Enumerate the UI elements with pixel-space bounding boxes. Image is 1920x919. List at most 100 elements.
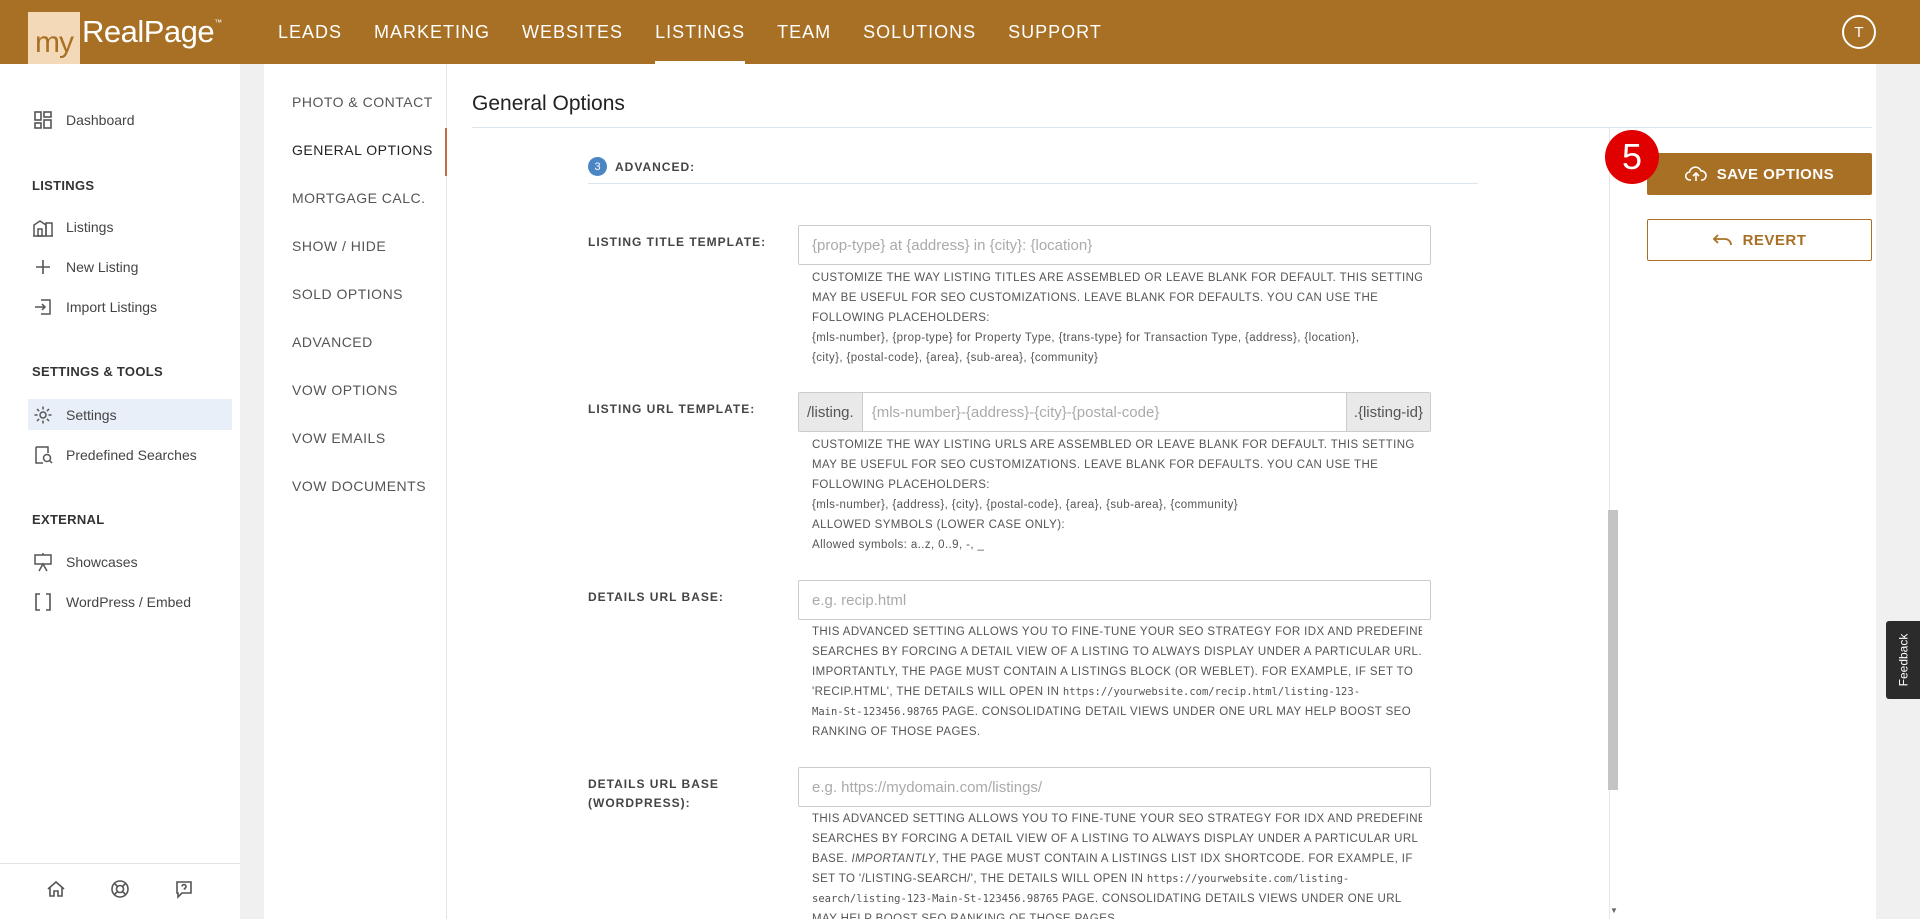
realpage-logo[interactable]: my RealPage ™: [28, 12, 222, 64]
save-options-button[interactable]: SAVE OPTIONS: [1647, 153, 1872, 195]
example-url: search/listing-123-Main-St-123456.98765: [812, 893, 1059, 905]
help-line: 'RECIP.HTML', THE DETAILS WILL OPEN IN h…: [812, 682, 1422, 702]
help-line: SEARCHES BY FORCING A DETAIL VIEW OF A L…: [812, 833, 1419, 845]
home-icon[interactable]: [46, 879, 66, 904]
tab-photo-contact[interactable]: PHOTO & CONTACT: [292, 94, 433, 110]
sidebar-item-label: WordPress / Embed: [66, 593, 192, 610]
nav-solutions[interactable]: SOLUTIONS: [847, 0, 992, 64]
label-listing-url-template: LISTING URL TEMPLATE:: [588, 402, 756, 416]
tab-general-options[interactable]: GENERAL OPTIONS: [292, 142, 433, 158]
help-line: FOLLOWING PLACEHOLDERS:: [812, 312, 990, 324]
help-line: RANKING OF THOSE PAGES.: [812, 726, 981, 738]
sidebar-item-wordpress[interactable]: WordPress / Embed: [28, 586, 232, 617]
import-icon: [32, 296, 54, 318]
main-nav: LEADS MARKETING WEBSITES LISTINGS TEAM S…: [262, 0, 1118, 64]
tab-vow-documents[interactable]: VOW DOCUMENTS: [292, 478, 426, 494]
sidebar-footer: [0, 863, 240, 919]
example-url: https://yourwebsite.com/recip.html/listi…: [1062, 686, 1361, 698]
gear-icon: [32, 404, 54, 426]
feedback-tab[interactable]: Feedback: [1886, 621, 1920, 699]
tab-sold-options[interactable]: SOLD OPTIONS: [292, 286, 403, 302]
user-avatar[interactable]: T: [1842, 15, 1876, 49]
nav-support[interactable]: SUPPORT: [992, 0, 1118, 64]
sidebar-item-dashboard[interactable]: Dashboard: [28, 104, 232, 135]
help-listing-title-template: CUSTOMIZE THE WAY LISTING TITLES ARE ASS…: [812, 268, 1422, 368]
chat-help-icon[interactable]: [174, 879, 194, 904]
help-line: search/listing-123-Main-St-123456.98765 …: [812, 889, 1422, 909]
support-lifebuoy-icon[interactable]: [110, 879, 130, 904]
dashboard-icon: [32, 109, 54, 131]
listing-url-template-group: /listing. {mls-number}-{address}-{city}-…: [798, 392, 1431, 432]
help-line: IMPORTANTLY, THE PAGE MUST CONTAIN A LIS…: [812, 666, 1414, 678]
section-header-advanced: 3 ADVANCED:: [588, 157, 695, 176]
scroll-down-arrow-icon[interactable]: ▼: [1610, 906, 1618, 915]
help-line: SET TO '/LISTING-SEARCH/', THE DETAILS W…: [812, 869, 1422, 889]
nav-team[interactable]: TEAM: [761, 0, 847, 64]
tab-show-hide[interactable]: SHOW / HIDE: [292, 238, 386, 254]
easel-icon: [32, 551, 54, 573]
help-line: {city}, {postal-code}, {area}, {sub-area…: [812, 352, 1099, 364]
tab-vow-emails[interactable]: VOW EMAILS: [292, 430, 386, 446]
sidebar-item-import-listings[interactable]: Import Listings: [28, 291, 232, 322]
tab-advanced[interactable]: ADVANCED: [292, 334, 373, 350]
tab-mortgage-calc[interactable]: MORTGAGE CALC.: [292, 190, 426, 206]
sidebar-item-label: Listings: [66, 218, 114, 235]
help-text: , THE PAGE MUST CONTAIN A LISTINGS LIST …: [935, 853, 1413, 865]
label-listing-title-template: LISTING TITLE TEMPLATE:: [588, 235, 767, 249]
help-line: ALLOWED SYMBOLS (LOWER CASE ONLY):: [812, 519, 1066, 531]
top-navbar: my RealPage ™ LEADS MARKETING WEBSITES L…: [0, 0, 1920, 64]
listing-url-template-input[interactable]: {mls-number}-{address}-{city}-{postal-co…: [863, 393, 1346, 431]
help-line: MAY BE USEFUL FOR SEO CUSTOMIZATIONS. LE…: [812, 459, 1379, 471]
sidebar-item-settings[interactable]: Settings: [28, 399, 232, 430]
label-details-url-base-wp: DETAILS URL BASE (WORDPRESS):: [588, 777, 719, 810]
help-line: CUSTOMIZE THE WAY LISTING TITLES ARE ASS…: [812, 272, 1422, 284]
step-number-badge: 3: [588, 157, 607, 176]
feedback-label: Feedback: [1896, 633, 1911, 687]
plus-icon: [32, 256, 54, 278]
details-url-base-wp-input[interactable]: e.g. https://mydomain.com/listings/: [798, 767, 1431, 807]
nav-websites[interactable]: WEBSITES: [506, 0, 639, 64]
help-line: {mls-number}, {address}, {city}, {postal…: [812, 499, 1239, 511]
nav-listings[interactable]: LISTINGS: [639, 0, 761, 64]
help-line: FOLLOWING PLACEHOLDERS:: [812, 479, 990, 491]
sidebar-item-label: Settings: [66, 406, 117, 423]
help-line: SEARCHES BY FORCING A DETAIL VIEW OF A L…: [812, 646, 1422, 658]
help-listing-url-template: CUSTOMIZE THE WAY LISTING URLS ARE ASSEM…: [812, 435, 1422, 555]
sidebar-item-label: Import Listings: [66, 298, 158, 315]
help-line: Allowed symbols: a..z, 0..9, -, _: [812, 539, 985, 551]
save-options-label: SAVE OPTIONS: [1716, 165, 1835, 183]
nav-leads[interactable]: LEADS: [262, 0, 358, 64]
page-title: General Options: [472, 92, 625, 115]
help-line: {mls-number}, {prop-type} for Property T…: [812, 332, 1360, 344]
sidebar-item-new-listing[interactable]: New Listing: [28, 251, 232, 282]
active-tab-indicator: [445, 128, 447, 176]
listing-title-template-input[interactable]: {prop-type} at {address} in {city}: {loc…: [798, 225, 1431, 265]
help-line: THIS ADVANCED SETTING ALLOWS YOU TO FINE…: [812, 813, 1422, 825]
label-details-url-base: DETAILS URL BASE:: [588, 590, 724, 604]
url-suffix: .{listing-id}: [1345, 393, 1430, 431]
section-label: ADVANCED:: [615, 159, 696, 174]
help-line: BASE. IMPORTANTLY, THE PAGE MUST CONTAIN…: [812, 849, 1422, 869]
sidebar-heading-listings: LISTINGS: [32, 178, 95, 193]
sidebar-item-label: Dashboard: [66, 111, 135, 128]
details-url-base-input[interactable]: e.g. recip.html: [798, 580, 1431, 620]
sidebar-item-label: New Listing: [66, 258, 139, 275]
sidebar-item-predefined-searches[interactable]: Predefined Searches: [28, 439, 232, 470]
search-list-icon: [32, 444, 54, 466]
sidebar-item-listings[interactable]: Listings: [28, 211, 232, 242]
sidebar-heading-settings: SETTINGS & TOOLS: [32, 364, 163, 379]
tab-vow-options[interactable]: VOW OPTIONS: [292, 382, 398, 398]
example-url: Main-St-123456.98765: [812, 706, 939, 718]
sidebar-item-label: Predefined Searches: [66, 446, 197, 463]
scrollbar-thumb[interactable]: [1608, 510, 1618, 790]
sidebar-item-showcases[interactable]: Showcases: [28, 546, 232, 577]
nav-marketing[interactable]: MARKETING: [358, 0, 506, 64]
help-line: MAY BE USEFUL FOR SEO CUSTOMIZATIONS. LE…: [812, 292, 1379, 304]
help-text: 'RECIP.HTML', THE DETAILS WILL OPEN IN: [812, 686, 1063, 698]
revert-button[interactable]: REVERT: [1647, 219, 1872, 261]
help-emphasis: IMPORTANTLY: [851, 853, 936, 865]
help-text: SET TO '/LISTING-SEARCH/', THE DETAILS W…: [812, 873, 1147, 885]
help-line: Main-St-123456.98765 PAGE. CONSOLIDATING…: [812, 702, 1422, 722]
sidebar-heading-external: EXTERNAL: [32, 512, 105, 527]
help-line: CUSTOMIZE THE WAY LISTING URLS ARE ASSEM…: [812, 439, 1415, 451]
